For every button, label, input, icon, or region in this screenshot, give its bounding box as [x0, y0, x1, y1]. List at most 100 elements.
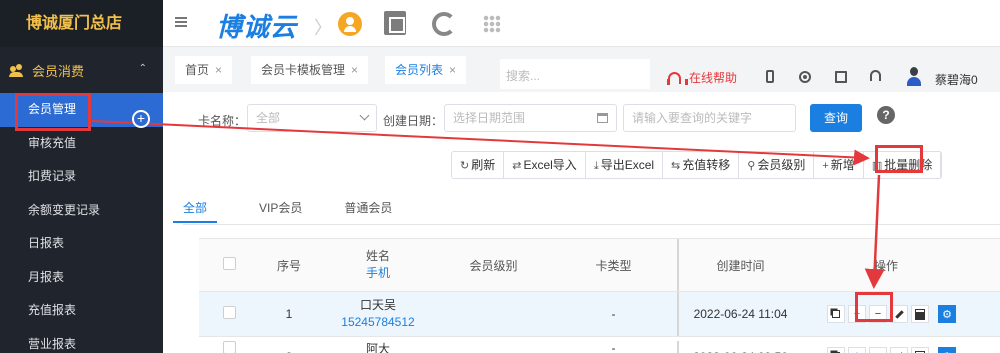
tab-all[interactable]: 全部	[173, 193, 218, 223]
card-name-value: 全部	[256, 111, 281, 125]
row-select-cell	[199, 341, 259, 353]
help-icon[interactable]: ?	[877, 106, 895, 124]
mobile-icon[interactable]	[766, 70, 774, 83]
row-actions: + − ⚙	[802, 305, 1000, 323]
tab-card-template-management[interactable]: 会员卡模板管理 ×	[251, 56, 369, 84]
excel-import-button[interactable]: ⇄ Excel导入	[504, 152, 586, 178]
highlight-box-row-plus	[855, 292, 893, 322]
transfer-icon: ⇆	[671, 160, 681, 172]
row-checkbox[interactable]	[222, 306, 236, 319]
top-bar: 博诚云 〉	[163, 0, 1000, 47]
created-date-label: 创建日期：	[383, 114, 444, 128]
member-phone[interactable]: 15245784512	[319, 314, 437, 331]
sidebar-item-monthly-report[interactable]: 月报表	[0, 261, 163, 295]
chevron-down-icon	[359, 110, 370, 121]
tab-vip-members[interactable]: VIP会员	[259, 193, 302, 223]
add-member-button[interactable]: + 新增	[814, 152, 864, 178]
sidebar-item-deduction-records[interactable]: 扣费记录	[0, 160, 163, 194]
row-checkbox[interactable]	[222, 341, 236, 353]
deduct-button[interactable]: −	[869, 347, 887, 353]
app-grid-icon[interactable]	[483, 15, 501, 33]
add-plus-badge-icon: +	[132, 110, 150, 128]
close-icon[interactable]: ×	[449, 63, 456, 77]
sidebar-item-business-report[interactable]: 营业报表	[0, 328, 163, 353]
card-name-label: 卡名称：	[198, 114, 247, 128]
copy-button[interactable]	[827, 305, 845, 323]
recharge-add-button[interactable]: +	[848, 347, 866, 353]
keyword-placeholder: 请输入要查询的关键字	[632, 111, 753, 125]
card-name-select[interactable]: 全部	[247, 104, 377, 132]
highlight-box-add-button	[875, 145, 923, 173]
delete-button[interactable]	[911, 305, 929, 323]
col-card-type: 卡类型	[595, 258, 632, 273]
swirl-icon[interactable]	[432, 12, 456, 36]
menu-group-label: 会员消费	[32, 63, 85, 79]
settings-button[interactable]: ⚙	[938, 347, 956, 353]
sidebar-item-label: 日报表	[28, 236, 65, 250]
plus-icon: +	[822, 160, 829, 172]
avatar[interactable]	[905, 67, 923, 87]
copy-icon	[832, 310, 840, 318]
date-range-input[interactable]: 选择日期范围	[444, 104, 617, 132]
members-icon	[9, 64, 24, 77]
excel-import-label: Excel导入	[523, 158, 577, 172]
created-time: 2022-06-24 09:50	[677, 341, 802, 353]
select-all-checkbox[interactable]	[222, 257, 236, 270]
document-icon[interactable]	[384, 11, 406, 35]
row-actions: + − ⚙	[802, 341, 1000, 353]
tabs-divider	[183, 224, 1000, 225]
row-name-cell: 口天吴 15245784512	[319, 297, 437, 331]
member-level-label: 会员级别	[757, 158, 806, 172]
close-icon[interactable]: ×	[215, 63, 222, 77]
col-phone-label: 手机	[365, 266, 390, 280]
sidebar-item-label: 扣费记录	[28, 169, 77, 183]
sidebar-item-daily-report[interactable]: 日报表	[0, 227, 163, 261]
delete-button[interactable]	[911, 347, 929, 353]
sidebar-item-audit-recharge[interactable]: 审核充值	[0, 127, 163, 161]
fullscreen-icon[interactable]	[835, 71, 847, 83]
copy-button[interactable]	[827, 347, 845, 353]
keyword-search-input[interactable]: 请输入要查询的关键字	[623, 104, 796, 132]
tab-member-list[interactable]: 会员列表 ×	[385, 56, 467, 84]
refresh-button[interactable]: ↻ 刷新	[452, 152, 505, 178]
sidebar-item-label: 审核充值	[28, 135, 77, 150]
recharge-transfer-button[interactable]: ⇆ 充值转移	[663, 152, 740, 178]
online-help-label: 在线帮助	[689, 71, 738, 85]
refresh-icon: ↻	[460, 160, 470, 172]
member-type-tabs: 全部 VIP会员 普通会员	[173, 193, 434, 223]
row-select-cell	[199, 306, 259, 322]
menu-toggle-icon[interactable]	[175, 17, 187, 27]
tab-home[interactable]: 首页 ×	[175, 56, 233, 84]
excel-export-button[interactable]: ⤓ 导出Excel	[586, 152, 664, 178]
close-icon[interactable]: ×	[351, 63, 358, 77]
import-icon: ⇄	[512, 160, 522, 172]
settings-button[interactable]: ⚙	[938, 305, 956, 323]
user-circle-icon[interactable]	[338, 12, 362, 36]
col-index: 序号	[276, 258, 301, 273]
member-level-button[interactable]: ⚲ 会员级别	[739, 152, 815, 178]
col-level: 会员级别	[469, 258, 518, 273]
headset-icon	[667, 71, 688, 85]
bell-icon[interactable]	[870, 70, 881, 81]
edit-button[interactable]	[890, 347, 908, 353]
sidebar-item-label: 余额变更记录	[28, 202, 101, 217]
global-search-input[interactable]: 搜索...	[500, 59, 650, 89]
row-index: 2	[259, 341, 319, 353]
table-row: 2 阿大 - 2022-06-24 09:50 + − ⚙	[199, 337, 1000, 353]
card-type: -	[611, 307, 616, 321]
tab-regular-members[interactable]: 普通会员	[344, 193, 392, 223]
row-name-cell: 阿大	[319, 341, 437, 353]
target-icon[interactable]	[799, 71, 811, 83]
query-button[interactable]: 查询	[810, 104, 862, 132]
tab-strip: 首页 × 会员卡模板管理 × 会员列表 × 搜索... 在线帮助 蔡碧海0	[163, 47, 1000, 92]
online-help-link[interactable]: 在线帮助	[667, 69, 738, 86]
add-member-label: 新增	[830, 158, 855, 172]
user-name[interactable]: 蔡碧海0	[935, 71, 978, 88]
menu-group-member-consumption[interactable]: 会员消费 ⌃	[0, 47, 163, 93]
col-actions: 操作	[873, 258, 898, 273]
sidebar-item-recharge-report[interactable]: 充值报表	[0, 294, 163, 328]
action-toolbar: ↻ 刷新 ⇄ Excel导入 ⤓ 导出Excel ⇆ 充值转移 ⚲ 会员级别 + 新增 ▥ 批…	[451, 151, 943, 179]
card-type: -	[611, 341, 616, 353]
member-name: 阿大	[365, 342, 390, 353]
sidebar-item-balance-changes[interactable]: 余额变更记录	[0, 194, 163, 228]
